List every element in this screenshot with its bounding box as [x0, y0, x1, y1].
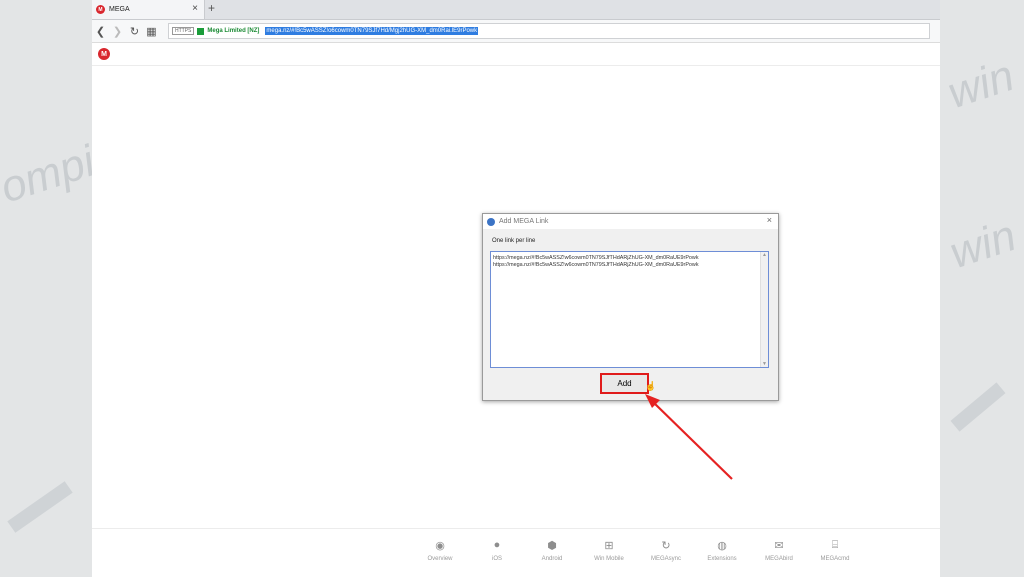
browser-window: M MEGA × + ❮ ❯ ↻ ▦ HTTPS Mega Limited [N… [92, 0, 940, 577]
apple-icon: ● [493, 539, 501, 551]
footer-item-label: iOS [491, 556, 502, 562]
footer-item-megasync[interactable]: ↻ MEGAsync [636, 539, 696, 562]
footer-nav: ◉ Overview ● iOS ⬢ Android ⊞ Win Mobile … [92, 528, 940, 577]
footer-item-extensions[interactable]: ◍ Extensions [692, 539, 752, 562]
footer-item-label: Android [541, 556, 563, 562]
sync-icon: ↻ [661, 540, 671, 552]
footer-item-ios[interactable]: ● iOS [467, 539, 527, 562]
watermark-shape-left [7, 481, 73, 533]
footer-item-megacmd[interactable]: ⌸ MEGAcmd [805, 539, 865, 562]
mega-icon: ◉ [435, 540, 445, 552]
mail-icon: ✉ [774, 540, 784, 552]
watermark-shape-right [950, 382, 1006, 432]
footer-item-win-mobile[interactable]: ⊞ Win Mobile [579, 539, 639, 562]
footer-item-label: Extensions [707, 556, 737, 562]
watermark-text-right-top: win [941, 51, 1020, 119]
footer-item-label: MEGAcmd [820, 556, 850, 562]
arrow-shaft [651, 400, 733, 480]
terminal-icon: ⌸ [831, 539, 839, 551]
footer-item-label: MEGAbird [765, 556, 793, 562]
red-arrow-annotation [645, 394, 733, 480]
footer-item-label: MEGAsync [650, 556, 681, 562]
windows-icon: ⊞ [604, 540, 614, 552]
footer-item-overview[interactable]: ◉ Overview [410, 539, 470, 562]
watermark-text-left: ompi [0, 136, 101, 213]
footer-item-android[interactable]: ⬢ Android [522, 539, 582, 562]
footer-item-megabird[interactable]: ✉ MEGAbird [749, 539, 809, 562]
footer-item-label: Overview [427, 556, 453, 562]
watermark-text-right-mid: win [943, 211, 1022, 279]
footer-item-label: Win Mobile [594, 556, 624, 562]
android-icon: ⬢ [547, 540, 557, 552]
extensions-icon: ◍ [717, 540, 727, 552]
